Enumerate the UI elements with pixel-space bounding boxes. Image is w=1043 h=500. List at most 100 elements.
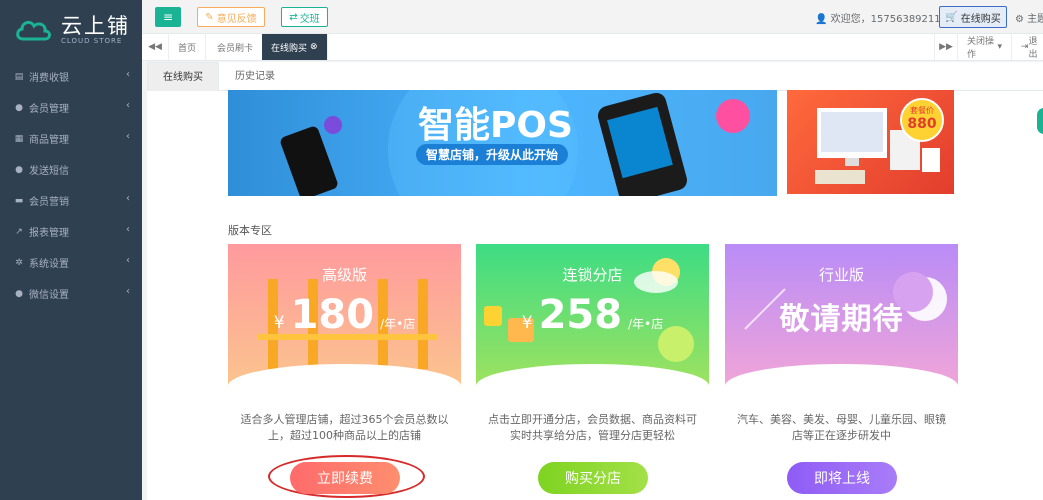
promo-banner[interactable]: 套餐价 880	[787, 90, 954, 194]
feedback-label: 意见反馈	[216, 13, 257, 25]
plan-card-chain: 连锁分店 ¥258/年•店 点击立即开通分店，会员数据、商品资料可实时共享给分店…	[476, 244, 709, 500]
price-value: 180	[290, 292, 375, 338]
logo[interactable]: 云上铺 CLOUD STORE	[0, 0, 142, 60]
sidebar-item-members[interactable]: ● 会员管理 ‹	[0, 92, 142, 123]
price-unit: /年•店	[380, 317, 416, 331]
banner-tagline: 智慧店铺，升级从此开始	[416, 144, 569, 165]
promo-badge: 套餐价 880	[900, 98, 944, 142]
promo-label: 套餐价	[910, 106, 934, 115]
gear-icon: ⚙	[1015, 14, 1024, 25]
caret-down-icon: ▾	[997, 42, 1002, 52]
chevron-left-icon: ‹	[126, 193, 130, 204]
sidebar-item-wechat[interactable]: ● 微信设置 ‹	[0, 278, 142, 309]
renew-button[interactable]: 立即续费	[290, 462, 400, 494]
side-float-tab[interactable]	[1037, 108, 1043, 134]
coming-soon-button[interactable]: 即将上线	[787, 462, 897, 494]
sidebar-item-checkout[interactable]: ▤ 消费收银 ‹	[0, 61, 142, 92]
chevron-left-icon: ‹	[126, 131, 130, 142]
menu-toggle-button[interactable]: ≡	[155, 7, 181, 27]
comment-icon: ●	[15, 164, 23, 175]
tab-member-card[interactable]: 会员刷卡	[208, 34, 264, 60]
exchange-icon: ⇄	[289, 11, 298, 23]
card-price: ¥258/年•店	[476, 292, 709, 338]
currency-symbol: ¥	[273, 313, 285, 333]
scroll-right-icon[interactable]: ▶▶	[934, 34, 958, 60]
cart-icon: 🛒	[945, 11, 958, 23]
tab-buy-online[interactable]: 在线购买 ⊗	[262, 34, 328, 60]
card-price: ¥180/年•店	[228, 292, 461, 338]
plan-card-industry: 行业版 敬请期待 汽车、美容、美发、母婴、儿童乐园、眼镜店等正在逐步研发中 即将…	[725, 244, 958, 500]
user-icon: 👤	[815, 14, 828, 25]
card-title: 高级版	[321, 266, 367, 284]
card-title: 连锁分店	[562, 266, 623, 284]
sidebar-item-label: 会员营销	[29, 197, 69, 208]
user-icon: ●	[15, 102, 23, 113]
shift-button[interactable]: ⇄ 交班	[281, 7, 328, 27]
subtab-buy-online[interactable]: 在线购买	[147, 62, 219, 91]
sidebar-item-marketing[interactable]: ▬ 会员营销 ‹	[0, 185, 142, 216]
sidebar-item-label: 商品管理	[29, 135, 69, 146]
subtab-history[interactable]: 历史记录	[235, 62, 275, 91]
logout-button[interactable]: ⇥ 退出	[1012, 34, 1043, 60]
chevron-left-icon: ‹	[126, 255, 130, 266]
currency-symbol: ¥	[521, 313, 533, 333]
card-description: 汽车、美容、美发、母婴、儿童乐园、眼镜店等正在逐步研发中	[737, 413, 946, 442]
chevron-left-icon: ‹	[126, 100, 130, 111]
sidebar: 云上铺 CLOUD STORE ▤ 消费收银 ‹ ● 会员管理 ‹ ▦ 商品管理 ‹ ● 发送…	[0, 0, 142, 500]
menu-icon: ▤	[14, 71, 24, 82]
buy-online-label: 在线购买	[960, 13, 1001, 25]
close-ops-label: 关闭操作	[967, 37, 995, 60]
card-description: 适合多人管理店铺，超过365个会员总数以上，超过100种商品以上的店铺	[240, 413, 449, 442]
gear-icon: ✲	[15, 257, 23, 268]
sidebar-item-settings[interactable]: ✲ 系统设置 ‹	[0, 247, 142, 278]
card-description: 点击立即开通分店，会员数据、商品资料可实时共享给分店，管理分店更轻松	[488, 413, 697, 442]
welcome-text: 👤 欢迎您，15756389211	[815, 10, 941, 25]
sidebar-item-label: 微信设置	[29, 290, 69, 301]
logout-icon: ⇥	[1021, 42, 1029, 52]
chevron-left-icon: ‹	[126, 69, 130, 80]
card-header: 高级版 ¥180/年•店	[228, 244, 461, 386]
brand-name: 云上铺	[61, 14, 130, 38]
tab-home[interactable]: 首页	[169, 34, 207, 60]
sidebar-item-label: 消费收银	[29, 73, 69, 84]
section-title: 版本专区	[228, 224, 272, 237]
sidebar-item-label: 发送短信	[29, 166, 69, 177]
sidebar-item-products[interactable]: ▦ 商品管理 ‹	[0, 123, 142, 154]
sidebar-item-label: 系统设置	[29, 259, 69, 270]
welcome-label: 欢迎您，15756389211	[830, 14, 941, 25]
top-bar: ≡ ✎ 意见反馈 ⇄ 交班 👤 欢迎您，15756389211 🛒 在线购买 ⚙ 主题	[142, 0, 1043, 34]
logout-label: 退出	[1028, 37, 1038, 60]
sidebar-item-reports[interactable]: ↗ 报表管理 ‹	[0, 216, 142, 247]
cloud-logo-icon	[14, 17, 52, 43]
chart-icon: ↗	[15, 226, 23, 237]
sidebar-menu: ▤ 消费收银 ‹ ● 会员管理 ‹ ▦ 商品管理 ‹ ● 发送短信 ▬ 会员营销 ‹ ↗ 报表管理 ‹…	[0, 61, 142, 309]
card-icon: ▬	[14, 195, 24, 206]
card-title: 行业版	[818, 266, 864, 284]
feedback-button[interactable]: ✎ 意见反馈	[197, 7, 265, 27]
card-header: 连锁分店 ¥258/年•店	[476, 244, 709, 386]
pos-banner[interactable]: 智能POS 智慧店铺，升级从此开始	[228, 90, 777, 196]
coming-soon-text: 敬请期待	[779, 302, 904, 337]
sidebar-item-sms[interactable]: ● 发送短信	[0, 154, 142, 185]
chevron-left-icon: ‹	[126, 286, 130, 297]
plan-card-advanced: 高级版 ¥180/年•店 适合多人管理店铺，超过365个会员总数以上，超过100…	[228, 244, 461, 500]
card-header: 行业版 敬请期待	[725, 244, 958, 386]
chevron-left-icon: ‹	[126, 224, 130, 235]
banner-headline: 智能POS	[418, 105, 573, 146]
price-unit: /年•店	[628, 317, 664, 331]
close-icon[interactable]: ⊗	[310, 42, 318, 52]
main-content: 在线购买 历史记录 智能POS 智慧店铺，升级从此开始 套餐价 880 版本专区	[147, 62, 1043, 500]
scroll-left-icon[interactable]: ◀◀	[142, 34, 169, 60]
buy-branch-button[interactable]: 购买分店	[538, 462, 648, 494]
list-icon: ▦	[14, 133, 24, 144]
edit-icon: ✎	[205, 11, 214, 23]
promo-price: 880	[907, 116, 937, 132]
wechat-icon: ●	[15, 288, 23, 299]
tab-label: 在线购买	[271, 43, 308, 54]
price-value: 258	[538, 292, 623, 338]
theme-button[interactable]: ⚙ 主题	[1015, 10, 1043, 25]
sidebar-item-label: 会员管理	[29, 104, 69, 115]
page-tabs-bar: ◀◀ 首页 会员刷卡 在线购买 ⊗ ▶▶ 关闭操作 ▾ ⇥ 退出	[142, 34, 1043, 61]
buy-online-button[interactable]: 🛒 在线购买	[939, 6, 1007, 28]
close-operations-dropdown[interactable]: 关闭操作 ▾	[958, 34, 1012, 60]
